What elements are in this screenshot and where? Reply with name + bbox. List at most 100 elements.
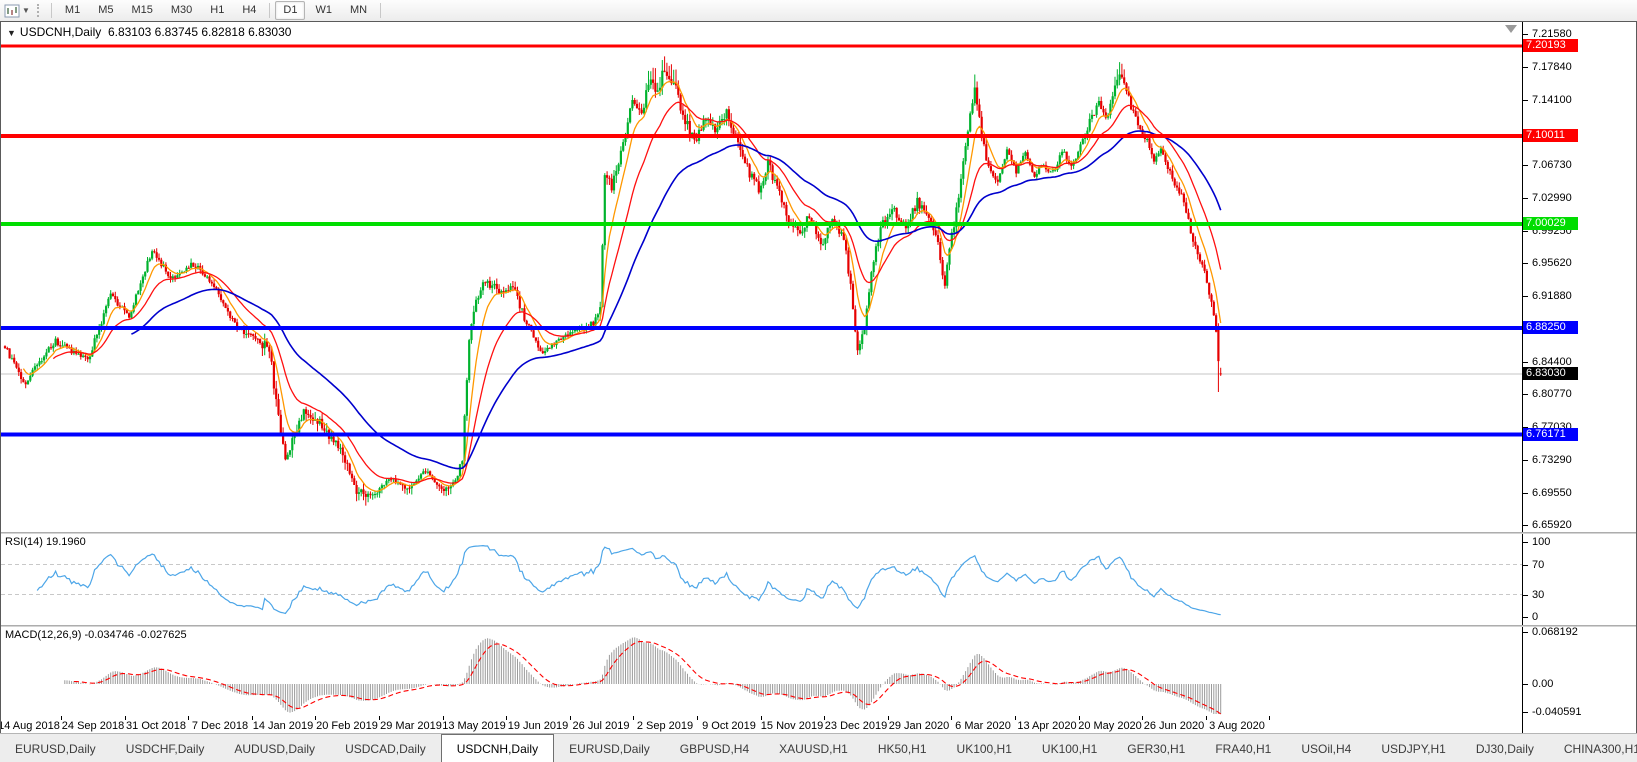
date-label: 31 Oct 2018	[126, 720, 186, 732]
date-label: 20 May 2020	[1078, 720, 1142, 732]
rsi-axis: 100 70 30 0	[1522, 534, 1636, 625]
timeframe-button-mn[interactable]: MN	[342, 1, 375, 20]
chart-tab-usdcnh-daily[interactable]: USDCNH,Daily	[441, 734, 554, 762]
rsi-indicator-pane[interactable]: RSI(14) 19.1960	[1, 534, 1522, 625]
chart-tab-ger30-h1[interactable]: GER30,H1	[1112, 734, 1200, 762]
date-tick	[570, 716, 571, 720]
axis-tick	[1523, 100, 1528, 101]
axis-tick	[1523, 67, 1528, 68]
date-label: 14 Jan 2019	[253, 720, 314, 732]
current-price-label: 6.83030	[1523, 367, 1578, 380]
rsi-label: RSI(14) 19.1960	[5, 536, 86, 548]
rsi-chart-canvas[interactable]	[1, 534, 1522, 625]
timeframe-button-h4[interactable]: H4	[234, 1, 264, 20]
timeframe-toolbar: ▼ M1M5M15M30H1H4 D1W1MN	[0, 0, 1637, 22]
hline-price-label: 7.10011	[1523, 129, 1578, 142]
price-tick-label: 6.69550	[1532, 487, 1572, 499]
rsi-tick-label: 30	[1532, 589, 1544, 601]
date-label: 24 Sep 2018	[62, 720, 124, 732]
timeframe-button-m30[interactable]: M30	[163, 1, 200, 20]
chart-shift-marker	[1505, 25, 1517, 33]
date-tick	[1206, 716, 1207, 720]
date-label: 2 Sep 2019	[637, 720, 693, 732]
date-label: 26 Jun 2020	[1144, 720, 1205, 732]
date-tick	[188, 716, 189, 720]
axis-tick	[1523, 493, 1528, 494]
price-tick-label: 6.80770	[1532, 388, 1572, 400]
chart-tool-button[interactable]: ▼	[0, 4, 34, 18]
rsi-tick-label: 100	[1532, 536, 1550, 548]
axis-tick	[1523, 394, 1528, 395]
dropdown-arrow-icon: ▼	[22, 6, 30, 15]
mt4-application-window: ▼ M1M5M15M30H1H4D1W1MN ▼USDCNH,Daily 6.8…	[0, 0, 1637, 762]
chart-window: ▼USDCNH,Daily 6.83103 6.83745 6.82818 6.…	[0, 21, 1637, 733]
hline-price-label: 7.20193	[1523, 39, 1578, 52]
date-label: 15 Nov 2019	[761, 720, 823, 732]
macd-label: MACD(12,26,9) -0.034746 -0.027625	[5, 629, 187, 641]
chart-tab-usdcad-daily[interactable]: USDCAD,Daily	[330, 734, 441, 762]
timeframe-button-m5[interactable]: M5	[90, 1, 121, 20]
chart-tab-audusd-daily[interactable]: AUDUSD,Daily	[219, 734, 330, 762]
toolbar-grip[interactable]	[37, 4, 42, 17]
date-tick	[1015, 716, 1016, 720]
chart-tab-xauusd-h1[interactable]: XAUUSD,H1	[764, 734, 863, 762]
chart-tab-eurusd-daily[interactable]: EURUSD,Daily	[0, 734, 111, 762]
chart-tab-gbpusd-h4[interactable]: GBPUSD,H4	[665, 734, 764, 762]
axis-tick	[1523, 460, 1528, 461]
price-tick-label: 7.14100	[1532, 94, 1572, 106]
axis-tick	[1523, 34, 1528, 35]
chart-ohlc-values: 6.83103 6.83745 6.82818 6.83030	[108, 25, 292, 39]
date-label: 14 Aug 2018	[1, 720, 60, 732]
price-axis: 7.215807.178407.141007.067307.029906.992…	[1522, 22, 1636, 532]
chart-tab-dj30-daily[interactable]: DJ30,Daily	[1461, 734, 1549, 762]
axis-tick	[1523, 296, 1528, 297]
price-chart-pane[interactable]: ▼USDCNH,Daily 6.83103 6.83745 6.82818 6.…	[1, 22, 1522, 532]
rsi-tick-label: 0	[1532, 611, 1538, 623]
date-tick	[697, 716, 698, 720]
one-click-trading-arrow[interactable]: ▼	[7, 28, 16, 38]
toolbar-separator	[51, 3, 52, 18]
hline-price-label: 6.76171	[1523, 428, 1578, 441]
date-tick	[633, 716, 634, 720]
chart-tab-fra40-h1[interactable]: FRA40,H1	[1200, 734, 1286, 762]
candlestick-chart-canvas[interactable]	[1, 22, 1522, 532]
date-label: 26 Jul 2019	[573, 720, 630, 732]
timeframe-button-d1[interactable]: D1	[275, 1, 305, 20]
date-label: 13 May 2019	[442, 720, 506, 732]
chart-tab-usoil-h4[interactable]: USOil,H4	[1286, 734, 1366, 762]
date-label: 29 Jan 2020	[889, 720, 950, 732]
date-axis-corner	[1522, 716, 1636, 733]
macd-tick-label: 0.068192	[1532, 626, 1578, 638]
date-label: 19 Jun 2019	[508, 720, 569, 732]
chart-tab-usdjpy-h1[interactable]: USDJPY,H1	[1366, 734, 1460, 762]
macd-chart-canvas[interactable]	[1, 627, 1522, 716]
macd-tick-label: 0.00	[1532, 678, 1553, 690]
date-label: 3 Aug 2020	[1209, 720, 1265, 732]
chart-tab-china300-h1[interactable]: CHINA300,H1	[1549, 734, 1637, 762]
chart-tab-hk50-h1[interactable]: HK50,H1	[863, 734, 942, 762]
axis-tick	[1523, 231, 1528, 232]
date-label: 6 Mar 2020	[955, 720, 1011, 732]
chart-tab-uk100-h1[interactable]: UK100,H1	[1027, 734, 1112, 762]
hline-price-label: 6.88250	[1523, 321, 1578, 334]
timeframe-button-m15[interactable]: M15	[123, 1, 160, 20]
price-tick-label: 7.17840	[1532, 61, 1572, 73]
macd-indicator-pane[interactable]: MACD(12,26,9) -0.034746 -0.027625	[1, 627, 1522, 716]
date-label: 7 Dec 2018	[192, 720, 248, 732]
axis-tick	[1523, 362, 1528, 363]
chart-tab-usdchf-daily[interactable]: USDCHF,Daily	[111, 734, 220, 762]
date-tick	[951, 716, 952, 720]
price-tick-label: 6.95620	[1532, 257, 1572, 269]
chart-title: ▼USDCNH,Daily 6.83103 6.83745 6.82818 6.…	[7, 25, 291, 39]
rsi-tick-label: 70	[1532, 559, 1544, 571]
date-label: 29 Mar 2019	[380, 720, 442, 732]
macd-axis: 0.0681920.00-0.040591	[1522, 627, 1636, 716]
timeframe-button-h1[interactable]: H1	[202, 1, 232, 20]
price-tick-label: 6.91880	[1532, 290, 1572, 302]
chart-tab-eurusd-daily[interactable]: EURUSD,Daily	[554, 734, 665, 762]
price-tick-label: 6.73290	[1532, 454, 1572, 466]
timeframe-button-w1[interactable]: W1	[307, 1, 340, 20]
axis-tick	[1523, 525, 1528, 526]
timeframe-button-m1[interactable]: M1	[57, 1, 88, 20]
chart-tab-uk100-h1[interactable]: UK100,H1	[942, 734, 1027, 762]
